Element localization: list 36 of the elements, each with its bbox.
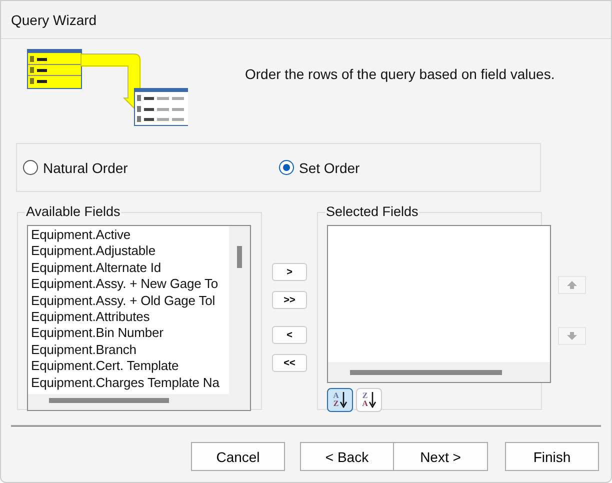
wizard-button[interactable]: Finish (505, 442, 599, 471)
group-title: Available Fields (25, 204, 122, 219)
wizard-button[interactable]: Next > (394, 442, 488, 471)
field-item[interactable]: Equipment.Cert. Template (31, 358, 226, 375)
move-button[interactable]: << (272, 354, 307, 372)
scroll-thumb[interactable] (49, 398, 169, 403)
sort-button[interactable]: Z A (356, 388, 382, 412)
field-item[interactable]: Equipment.Alternate Id (31, 260, 226, 276)
move-up-button[interactable] (558, 276, 586, 294)
scroll-thumb[interactable] (237, 246, 242, 268)
field-item[interactable]: Equipment.Adjustable (31, 243, 226, 260)
wizard-button[interactable]: < Back (300, 442, 394, 471)
move-button[interactable]: < (272, 326, 307, 344)
field-item[interactable]: Equipment.Bin Number (31, 325, 226, 342)
instruction-text: Order the rows of the query based on field values. (245, 66, 555, 82)
field-item[interactable]: Equipment.Charges Template Na (31, 374, 226, 392)
field-item[interactable]: Equipment.Assy. + Old Gage Tol (31, 292, 226, 310)
field-item[interactable]: Equipment.Branch (31, 342, 226, 358)
sort-button[interactable]: A Z (327, 388, 353, 412)
field-item[interactable]: Equipment.Active (31, 227, 226, 244)
move-button[interactable]: > (272, 263, 307, 281)
move-button[interactable]: >> (272, 291, 307, 309)
wizard-button[interactable]: Cancel (191, 442, 285, 471)
order-radio[interactable]: Set Order (279, 160, 533, 176)
field-item[interactable]: Equipment.Assy. + New Gage To (31, 276, 226, 293)
down-arrow-icon (368, 392, 376, 408)
down-arrow-icon (340, 392, 347, 408)
scroll-thumb[interactable] (350, 370, 502, 375)
window-title: Query Wizard (11, 12, 97, 28)
selected-fields-list[interactable] (327, 225, 551, 383)
move-down-button[interactable] (558, 327, 586, 345)
order-radio[interactable]: Natural Order (23, 160, 273, 176)
field-item[interactable]: Equipment.Attributes (31, 309, 226, 326)
down-arrow-icon (567, 332, 577, 340)
group-title: Selected Fields (325, 204, 420, 219)
up-arrow-icon (567, 281, 577, 289)
